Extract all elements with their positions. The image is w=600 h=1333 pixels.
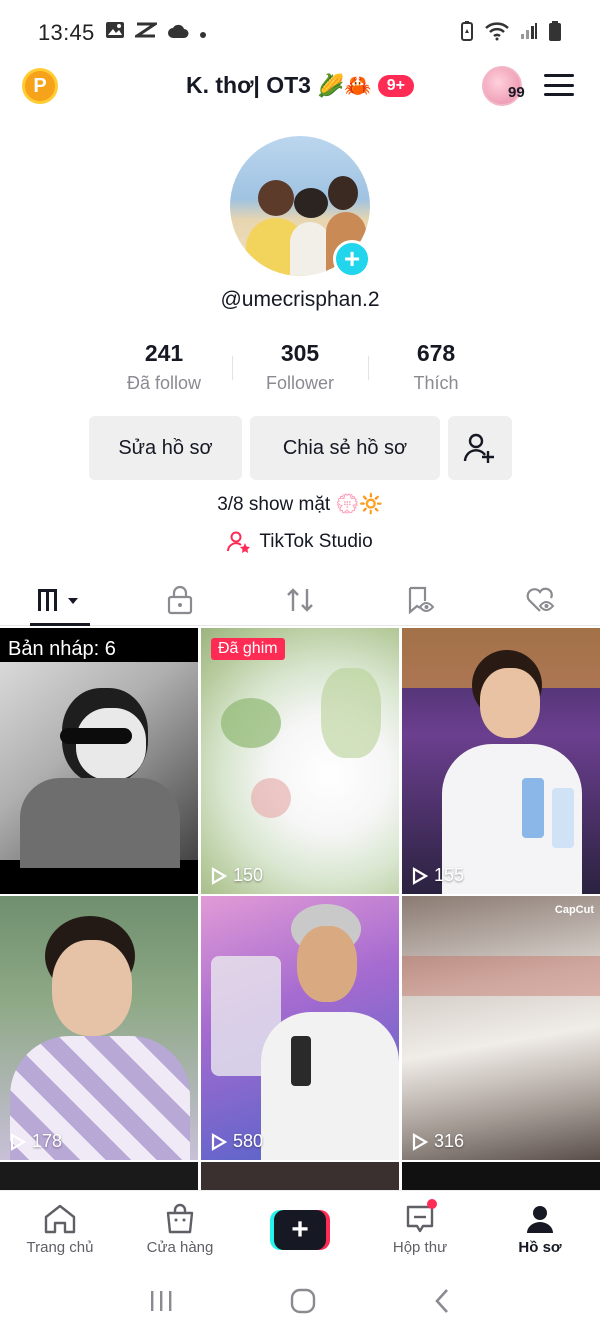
gallery-icon: [105, 21, 125, 45]
repost-icon: [287, 587, 313, 612]
status-bar: 13:45: [0, 0, 600, 66]
cloud-icon: [167, 21, 189, 45]
tab-favorites[interactable]: [360, 574, 480, 625]
play-icon: [10, 1132, 26, 1151]
stat-following[interactable]: 241 Đã follow: [96, 340, 232, 402]
tiktok-studio-link[interactable]: TikTok Studio: [0, 530, 600, 554]
menu-icon[interactable]: [544, 74, 574, 96]
profile-stats: 241 Đã follow 305 Follower 678 Thích: [96, 340, 504, 402]
title-emojis: 🌽🦀: [316, 72, 372, 98]
nav-shop[interactable]: Cửa hàng: [120, 1191, 240, 1268]
profile-actions: Sửa hồ sơ Chia sẻ hồ sơ: [89, 416, 512, 480]
back-icon[interactable]: [432, 1288, 452, 1314]
draft-label: Bản nháp: 6: [8, 638, 116, 660]
share-profile-button[interactable]: Chia sẻ hồ sơ: [250, 416, 440, 480]
stat-likes[interactable]: 678 Thích: [368, 340, 504, 402]
status-time: 13:45: [38, 20, 95, 45]
view-count: 316: [412, 1131, 464, 1152]
signal-icon: [520, 22, 538, 45]
video-tile[interactable]: 580: [201, 896, 399, 1160]
add-story-button[interactable]: +: [333, 240, 371, 278]
status-left: 13:45: [38, 20, 207, 46]
pinned-badge: Đã ghim: [211, 638, 285, 660]
bottom-nav: Trang chủ Cửa hàng + Hộp thư Hồ sơ: [0, 1190, 600, 1268]
video-tile[interactable]: 178: [0, 896, 198, 1160]
stat-followers-label: Follower: [265, 373, 335, 393]
video-tile[interactable]: [402, 1162, 600, 1192]
edit-profile-button[interactable]: Sửa hồ sơ: [89, 416, 242, 480]
play-icon: [412, 866, 428, 885]
video-tile[interactable]: [0, 1162, 198, 1192]
nav-create[interactable]: +: [240, 1191, 360, 1268]
view-count-value: 580: [233, 1131, 264, 1151]
capcut-icon: [131, 21, 160, 45]
dot-icon: [199, 21, 207, 45]
inbox-dot: [427, 1199, 437, 1209]
profile-icon: [527, 1206, 553, 1233]
profile-title: K. thơ| OT3: [185, 72, 311, 98]
stat-followers-value: 305: [280, 340, 320, 366]
lock-icon: [167, 585, 193, 614]
nav-profile-label: Hồ sơ: [518, 1239, 562, 1256]
recent-apps-icon[interactable]: [148, 1289, 174, 1313]
view-count: 178: [10, 1131, 62, 1152]
create-button[interactable]: +: [270, 1209, 330, 1250]
notification-badge: 9+: [377, 74, 415, 97]
shopping-bag-icon: [166, 1203, 194, 1234]
tab-liked[interactable]: [480, 574, 600, 625]
content-tabs: [0, 574, 600, 626]
view-count-value: 155: [434, 865, 465, 885]
video-tile[interactable]: [201, 1162, 399, 1192]
view-count-value: 178: [32, 1131, 63, 1151]
nav-inbox-label: Hộp thư: [392, 1239, 448, 1256]
stat-likes-value: 678: [416, 340, 456, 366]
battery-icon: [548, 20, 562, 47]
heart-eye-icon: [526, 587, 555, 612]
battery-saver-icon: [460, 20, 474, 47]
video-tile[interactable]: 155: [402, 628, 600, 894]
stat-following-label: Đã follow: [126, 373, 202, 393]
tab-videos[interactable]: [0, 574, 120, 626]
nav-shop-label: Cửa hàng: [146, 1239, 214, 1256]
home-icon: [44, 1204, 76, 1234]
nav-home[interactable]: Trang chủ: [0, 1191, 120, 1268]
status-right: [460, 20, 562, 47]
view-count-value: 316: [434, 1131, 465, 1151]
profile-bio: 3/8 show mặt 💮🔆: [217, 494, 383, 515]
videos-grid-icon: [38, 588, 78, 611]
video-tile[interactable]: CapCut 316: [402, 896, 600, 1160]
plus-icon: +: [274, 1209, 326, 1250]
add-friend-button[interactable]: [448, 416, 512, 480]
home-button-icon[interactable]: [290, 1288, 316, 1314]
tab-reposts[interactable]: [240, 574, 360, 625]
system-nav: [0, 1268, 600, 1333]
wifi-icon: [484, 21, 510, 46]
view-count-value: 150: [233, 865, 264, 885]
stat-followers[interactable]: 305 Follower: [232, 340, 368, 402]
capcut-watermark: CapCut: [554, 904, 594, 916]
profile-header: P K. thơ| OT3 🌽🦀 9+ 99: [0, 62, 600, 114]
nav-home-label: Trang chủ: [26, 1239, 94, 1256]
view-count: 150: [211, 865, 263, 886]
play-icon: [211, 1132, 227, 1151]
play-icon: [412, 1132, 428, 1151]
nav-inbox[interactable]: Hộp thư: [360, 1191, 480, 1268]
stat-likes-label: Thích: [413, 373, 459, 393]
tab-private[interactable]: [120, 574, 240, 625]
studio-label: TikTok Studio: [259, 531, 373, 552]
bookmark-eye-icon: [408, 586, 435, 614]
view-count: 155: [412, 865, 464, 886]
stat-following-value: 241: [144, 340, 184, 366]
draft-tile[interactable]: Bản nháp: 6: [0, 628, 198, 894]
play-icon: [211, 866, 227, 885]
add-user-icon: [463, 433, 494, 463]
view-count: 580: [211, 1131, 263, 1152]
header-avatar-count: 99: [508, 84, 525, 101]
studio-icon: [227, 531, 251, 553]
username: @umecrisphan.2: [220, 288, 380, 311]
video-tile-pinned[interactable]: Đã ghim 150: [201, 628, 399, 894]
nav-profile[interactable]: Hồ sơ: [480, 1191, 600, 1268]
